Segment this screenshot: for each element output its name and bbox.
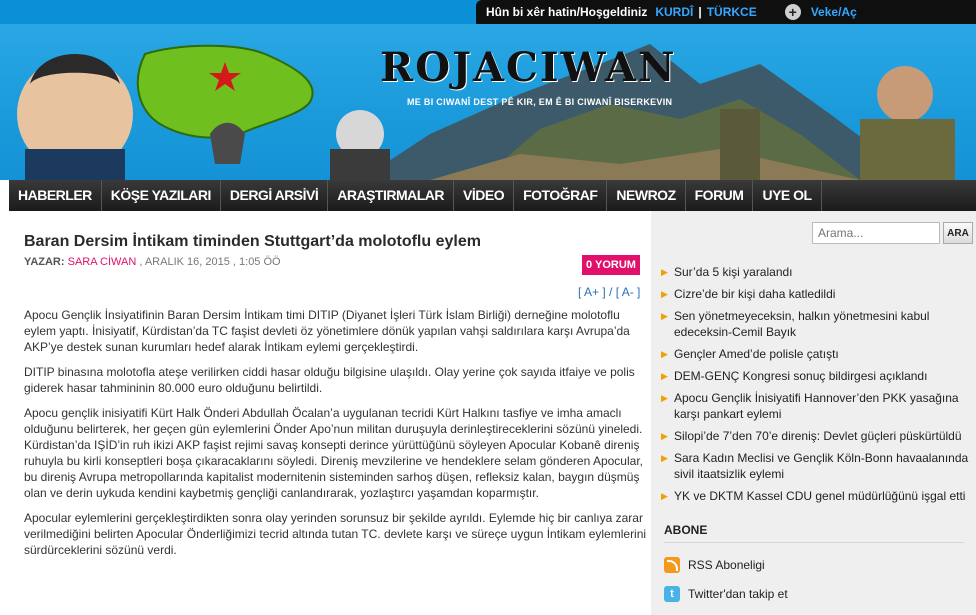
nav-item-arastirmalar[interactable]: ARAŞTIRMALAR: [328, 180, 455, 211]
news-item[interactable]: ▶ Silopi’de 7’den 70’e direniş: Devlet gü…: [661, 428, 973, 444]
bullet-icon: ▶: [661, 289, 668, 299]
article-title[interactable]: Baran Dersim İntikam timinden Stuttgart’…: [24, 233, 481, 251]
news-item[interactable]: ▶ DEM-GENÇ Kongresi sonuç bildirgesi açık…: [661, 368, 973, 384]
main-navigation: HABERLER KÖŞE YAZILARI DERGİ ARSİVİ ARAŞ…: [9, 180, 976, 211]
font-decrease-button[interactable]: [ A- ]: [616, 285, 641, 299]
news-item[interactable]: ▶ Sur’da 5 kişi yaralandı: [661, 264, 973, 280]
news-item-link[interactable]: Apocu Gençlik İnisiyatifi Hannover’den P…: [674, 390, 973, 422]
author-link[interactable]: SARA CİWAN: [68, 256, 137, 268]
bullet-icon: ▶: [661, 491, 668, 501]
nav-item-forum[interactable]: FORUM: [686, 180, 754, 211]
recent-news-list: ▶ Sur’da 5 kişi yaralandı ▶ Cizre’de bir k…: [661, 264, 973, 510]
news-item-link[interactable]: Sara Kadın Meclisi ve Gençlik Köln-Bonn …: [674, 450, 973, 482]
article-paragraph: Apocu Gençlik İnsiyatifinin Baran Dersim…: [24, 308, 630, 354]
article-date: , ARALIK 16, 2015 , 1:05 ÖÖ: [139, 256, 281, 268]
author-prefix: YAZAR:: [24, 256, 65, 268]
nav-item-video[interactable]: VİDEO: [454, 180, 515, 211]
article-meta: YAZAR: SARA CİWAN , ARALIK 16, 2015 , 1:…: [24, 256, 281, 268]
bullet-icon: ▶: [661, 311, 668, 321]
site-slogan: ME BI CIWANÎ DEST PÊ KIR, EM Ê BI CIWANÎ…: [407, 97, 673, 107]
news-item[interactable]: ▶ Apocu Gençlik İnisiyatifi Hannover’den …: [661, 390, 973, 422]
bullet-icon: ▶: [661, 349, 668, 359]
eagle-icon: [210, 122, 245, 164]
font-size-separator: /: [609, 285, 613, 299]
nav-item-dergi-arsivi[interactable]: DERGİ ARSİVİ: [221, 180, 329, 211]
twitter-follow-link[interactable]: t Twitter'dan takip et: [664, 586, 788, 602]
search-input[interactable]: [812, 222, 940, 244]
article-body: Apocu Gençlik İnsiyatifinin Baran Dersim…: [24, 307, 649, 567]
news-item[interactable]: ▶ Sen yönetmeyeceksin, halkın yönetmesini…: [661, 308, 973, 340]
news-item-link[interactable]: Gençler Amed’de polisle çatıştı: [674, 346, 839, 362]
article-paragraph: DITIP binasına molotofla ateşe verilirke…: [24, 365, 635, 395]
fighter-figure: [720, 109, 760, 180]
bullet-icon: ▶: [661, 267, 668, 277]
news-item-link[interactable]: YK ve DKTM Kassel CDU genel müdürlüğünü …: [674, 488, 965, 504]
portrait-right: [877, 66, 933, 122]
rss-label[interactable]: RSS Aboneligi: [688, 558, 765, 572]
rss-subscribe-link[interactable]: RSS Aboneligi: [664, 557, 765, 573]
news-item-link[interactable]: Sur’da 5 kişi yaralandı: [674, 264, 793, 280]
sidebar: ARA ▶ Sur’da 5 kişi yaralandı ▶ Cizre’de b…: [651, 211, 976, 615]
comment-count-badge[interactable]: 0 YORUM: [582, 255, 640, 275]
news-item[interactable]: ▶ Cizre’de bir kişi daha katledildi: [661, 286, 973, 302]
nav-item-uye-ol[interactable]: UYE OL: [753, 180, 822, 211]
site-logo[interactable]: ROJACIWAN: [380, 44, 677, 91]
login-link[interactable]: Veke/Aç: [811, 5, 857, 19]
news-item[interactable]: ▶ Gençler Amed’de polisle çatıştı: [661, 346, 973, 362]
portrait-right-uniform: [860, 119, 955, 180]
language-separator: |: [698, 5, 702, 19]
subscribe-heading: ABONE: [664, 523, 712, 537]
bullet-icon: ▶: [661, 453, 668, 463]
top-bar-panel: Hûn bi xêr hatin/Hoşgeldiniz KURDÎ | TÜR…: [476, 0, 976, 24]
article-paragraph: Apocular eylemlerini gerçekleştirdikten …: [24, 511, 647, 557]
news-item[interactable]: ▶ Sara Kadın Meclisi ve Gençlik Köln-Bonn…: [661, 450, 973, 482]
twitter-label[interactable]: Twitter'dan takip et: [688, 587, 788, 601]
bullet-icon: ▶: [661, 371, 668, 381]
rss-icon: [664, 557, 680, 573]
bullet-icon: ▶: [661, 431, 668, 441]
nav-item-newroz[interactable]: NEWROZ: [607, 180, 686, 211]
welcome-text: Hûn bi xêr hatin/Hoşgeldiniz: [486, 5, 648, 19]
site-header: ROJACIWAN ME BI CIWANÎ DEST PÊ KIR, EM Ê…: [0, 24, 976, 180]
news-item[interactable]: ▶ YK ve DKTM Kassel CDU genel müdürlüğünü…: [661, 488, 973, 504]
top-bar: Hûn bi xêr hatin/Hoşgeldiniz KURDÎ | TÜR…: [0, 0, 976, 24]
article-container: Baran Dersim İntikam timinden Stuttgart’…: [9, 211, 651, 615]
news-item-link[interactable]: Sen yönetmeyeceksin, halkın yönetmesini …: [674, 308, 973, 340]
twitter-icon: t: [664, 586, 680, 602]
bullet-icon: ▶: [661, 393, 668, 403]
article-paragraph: Apocu gençlik inisiyatifi Kürt Halk Önde…: [24, 406, 643, 500]
nav-item-kose-yazilari[interactable]: KÖŞE YAZILARI: [102, 180, 221, 211]
section-divider: [664, 542, 964, 543]
search-button[interactable]: ARA: [943, 222, 973, 244]
news-item-link[interactable]: Cizre’de bir kişi daha katledildi: [674, 286, 835, 302]
font-size-controls: [ A+ ] / [ A- ]: [578, 285, 640, 299]
news-item-link[interactable]: DEM-GENÇ Kongresi sonuç bildirgesi açıkl…: [674, 368, 927, 384]
language-turkce-link[interactable]: TÜRKCE: [707, 5, 757, 19]
plus-icon[interactable]: +: [784, 4, 801, 20]
portrait-left-jacket: [25, 149, 125, 180]
nav-item-haberler[interactable]: HABERLER: [9, 180, 102, 211]
masked-figure-body: [330, 149, 390, 180]
nav-item-fotograf[interactable]: FOTOĞRAF: [514, 180, 608, 211]
font-increase-button[interactable]: [ A+ ]: [578, 285, 606, 299]
news-item-link[interactable]: Silopi’de 7’den 70’e direniş: Devlet güç…: [674, 428, 962, 444]
language-kurdi-link[interactable]: KURDÎ: [655, 5, 693, 19]
